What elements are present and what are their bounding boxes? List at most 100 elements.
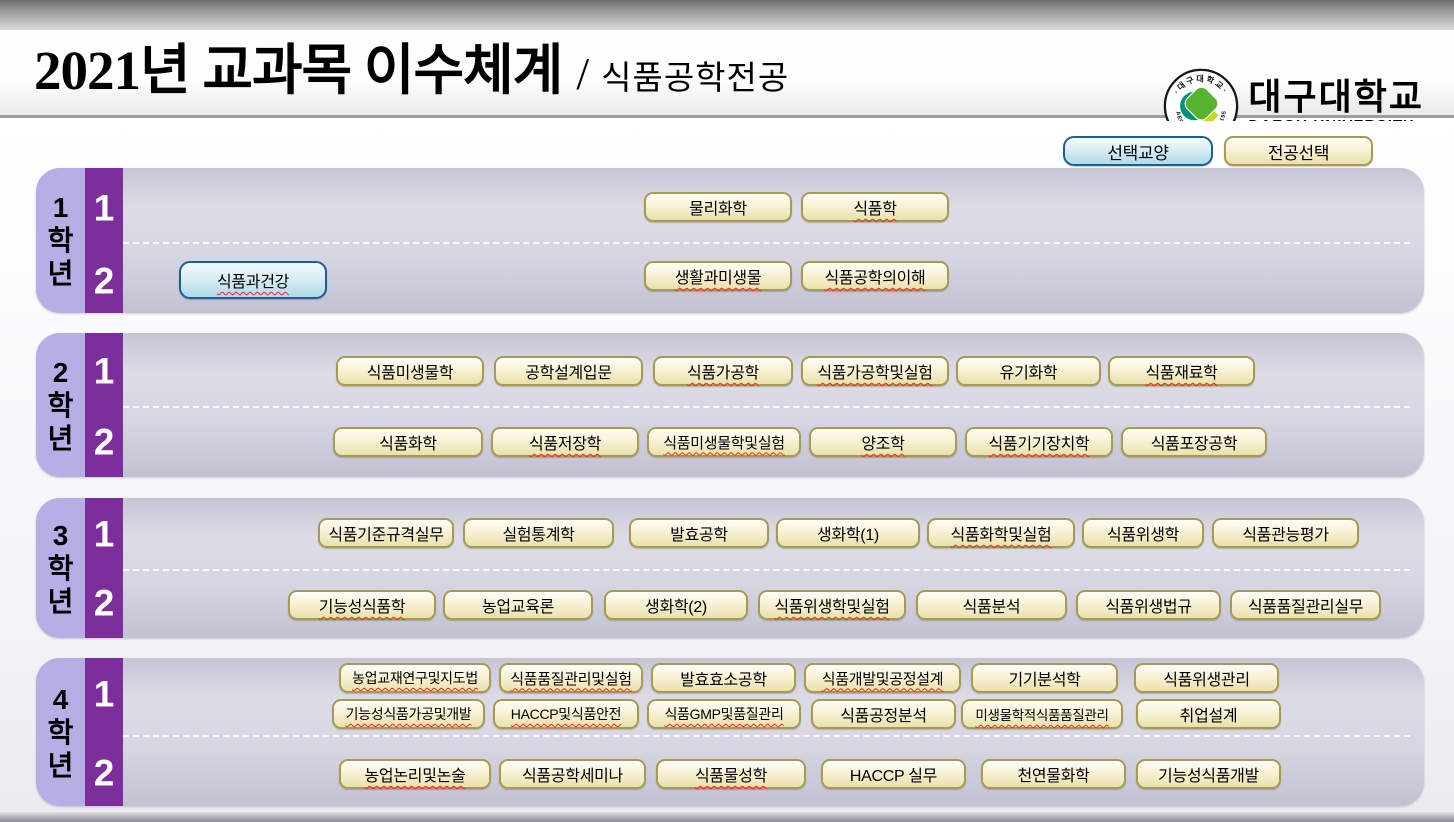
course-box[interactable]: 생화학(2): [604, 590, 748, 620]
year-label-char: 년: [48, 422, 74, 455]
course-box[interactable]: 식품GMP및품질관리: [647, 699, 801, 729]
course-box[interactable]: 식품기준규격실무: [318, 518, 454, 548]
course-label: 식품공학세미나: [522, 762, 623, 786]
semester-number: 1: [85, 187, 123, 229]
course-box[interactable]: 기능성식품개발: [1136, 759, 1281, 789]
legend-major-label: 전공선택: [1268, 139, 1329, 164]
course-box[interactable]: 양조학: [809, 427, 957, 457]
course-label: 식품GMP및품질관리: [664, 704, 783, 724]
course-label: 미생물학적식품품질관리: [975, 704, 1108, 724]
course-box[interactable]: 농업교육론: [443, 590, 593, 620]
course-label: 식품위생법규: [1105, 593, 1192, 617]
course-box[interactable]: 식품공학의이해: [801, 261, 949, 291]
course-box[interactable]: 미생물학적식품품질관리: [961, 699, 1123, 729]
semester-number: 1: [85, 350, 123, 392]
course-box[interactable]: 기기분석학: [971, 663, 1118, 693]
course-box[interactable]: 천연물화학: [981, 759, 1126, 789]
course-box[interactable]: 발효효소공학: [651, 663, 796, 693]
course-box[interactable]: 식품학: [801, 192, 949, 222]
course-box[interactable]: HACCP및식품안전: [493, 699, 639, 729]
course-label: HACCP및식품안전: [511, 704, 621, 724]
year-panel-4: 4학년1 농업교재연구및지도법 식품품질관리및실험 발효효소공학 식품개발및공정설계 기기…: [36, 658, 1424, 806]
course-box[interactable]: 식품과건강: [179, 261, 327, 299]
course-box[interactable]: 식품품질관리및실험: [499, 663, 643, 693]
year-label-1: 1학년: [36, 168, 85, 313]
course-label: 식품품질관리실무: [1248, 593, 1363, 617]
year-label-char: 년: [48, 585, 74, 618]
course-label: 식품미생물학: [367, 359, 454, 383]
course-box[interactable]: 식품공정분석: [811, 699, 956, 729]
year-label-char: 년: [48, 257, 74, 290]
course-label: 농업교육론: [482, 593, 554, 617]
course-label: 물리화학: [689, 195, 747, 219]
year-label-char: 3: [53, 519, 69, 552]
year-label-3: 3학년: [36, 498, 85, 638]
course-box[interactable]: 농업교재연구및지도법: [339, 663, 491, 693]
course-box[interactable]: 식품미생물학및실험: [647, 427, 801, 457]
curriculum-diagram: 선택교양 전공선택 1학년1물리화학식품학2식품과건강생활과미생물식품공학의이해…: [0, 0, 1454, 822]
course-label: 식품물성학: [695, 762, 767, 786]
legend-elective-button[interactable]: 선택교양: [1063, 136, 1213, 166]
course-box[interactable]: 식품화학및실험: [927, 518, 1075, 548]
year-label-char: 학: [48, 552, 74, 585]
year-label-4: 4학년: [36, 658, 85, 806]
year-label-char: 1: [53, 191, 69, 224]
course-box[interactable]: 식품미생물학: [336, 356, 484, 386]
course-box[interactable]: 식품위생법규: [1076, 590, 1221, 620]
course-box[interactable]: 식품공학세미나: [499, 759, 646, 789]
course-box[interactable]: 공학설계입문: [494, 356, 643, 386]
course-label: 생화학(1): [817, 521, 879, 545]
course-box[interactable]: 식품가공학: [653, 356, 793, 386]
semester-number: 2: [85, 260, 123, 302]
year-label-char: 년: [48, 749, 74, 782]
course-box[interactable]: 실험통계학: [463, 518, 614, 548]
curriculum-slide: 2021년 교과목 이수체계 / 식품공학전공 ·대구대학교· DAEGU UN…: [0, 0, 1454, 822]
semester-number: 1: [85, 673, 123, 715]
year-label-char: 4: [53, 683, 69, 716]
course-box[interactable]: 취업설계: [1136, 699, 1281, 729]
year-label-char: 학: [48, 224, 74, 257]
course-label: 발효효소공학: [680, 666, 767, 690]
legend-major-button[interactable]: 전공선택: [1224, 136, 1373, 166]
course-box[interactable]: 식품기기장치학: [965, 427, 1113, 457]
year-label-char: 2: [53, 356, 69, 389]
course-label: 생화학(2): [645, 593, 707, 617]
course-box[interactable]: 식품가공학및실험: [801, 356, 949, 386]
semester-number: 1: [85, 513, 123, 555]
course-box[interactable]: 식품개발및공정설계: [804, 663, 961, 693]
legend-elective-label: 선택교양: [1107, 139, 1168, 164]
course-label: 기능성식품학: [319, 593, 406, 617]
course-box[interactable]: 기능성식품학: [288, 590, 436, 620]
course-box[interactable]: 식품포장공학: [1121, 427, 1267, 457]
course-box[interactable]: HACCP 실무: [821, 759, 966, 789]
course-box[interactable]: 식품화학: [333, 427, 483, 457]
course-label: 식품공정분석: [840, 702, 927, 726]
course-box[interactable]: 유기화학: [956, 356, 1101, 386]
course-label: 식품과건강: [217, 268, 289, 292]
course-box[interactable]: 식품저장학: [491, 427, 639, 457]
course-box[interactable]: 식품물성학: [656, 759, 806, 789]
course-box[interactable]: 생활과미생물: [644, 261, 792, 291]
course-box[interactable]: 식품위생관리: [1134, 663, 1279, 693]
course-box[interactable]: 농업논리및논술: [339, 759, 491, 789]
semester-number: 2: [85, 582, 123, 624]
course-box[interactable]: 발효공학: [629, 518, 769, 548]
course-label: 식품학: [853, 195, 896, 219]
course-box[interactable]: 식품품질관리실무: [1230, 590, 1381, 620]
course-box[interactable]: 식품분석: [916, 590, 1067, 620]
bottom-gradient-bar: [0, 812, 1454, 822]
course-box[interactable]: 식품관능평가: [1212, 518, 1359, 548]
course-label: 식품가공학: [687, 359, 759, 383]
course-label: 농업논리및논술: [365, 762, 466, 786]
course-box[interactable]: 식품재료학: [1108, 356, 1255, 386]
semester-divider-dashed-line: [123, 569, 1410, 571]
course-label: 식품화학및실험: [951, 521, 1052, 545]
course-box[interactable]: 식품위생학및실험: [758, 590, 906, 620]
course-label: 식품기준규격실무: [328, 521, 443, 545]
course-label: 식품미생물학및실험: [663, 432, 785, 453]
course-box[interactable]: 식품위생학: [1082, 518, 1204, 548]
course-box[interactable]: 물리화학: [644, 192, 792, 222]
course-label: 식품기기장치학: [989, 430, 1090, 454]
course-box[interactable]: 생화학(1): [776, 518, 920, 548]
course-box[interactable]: 기능성식품가공및개발: [332, 699, 485, 729]
